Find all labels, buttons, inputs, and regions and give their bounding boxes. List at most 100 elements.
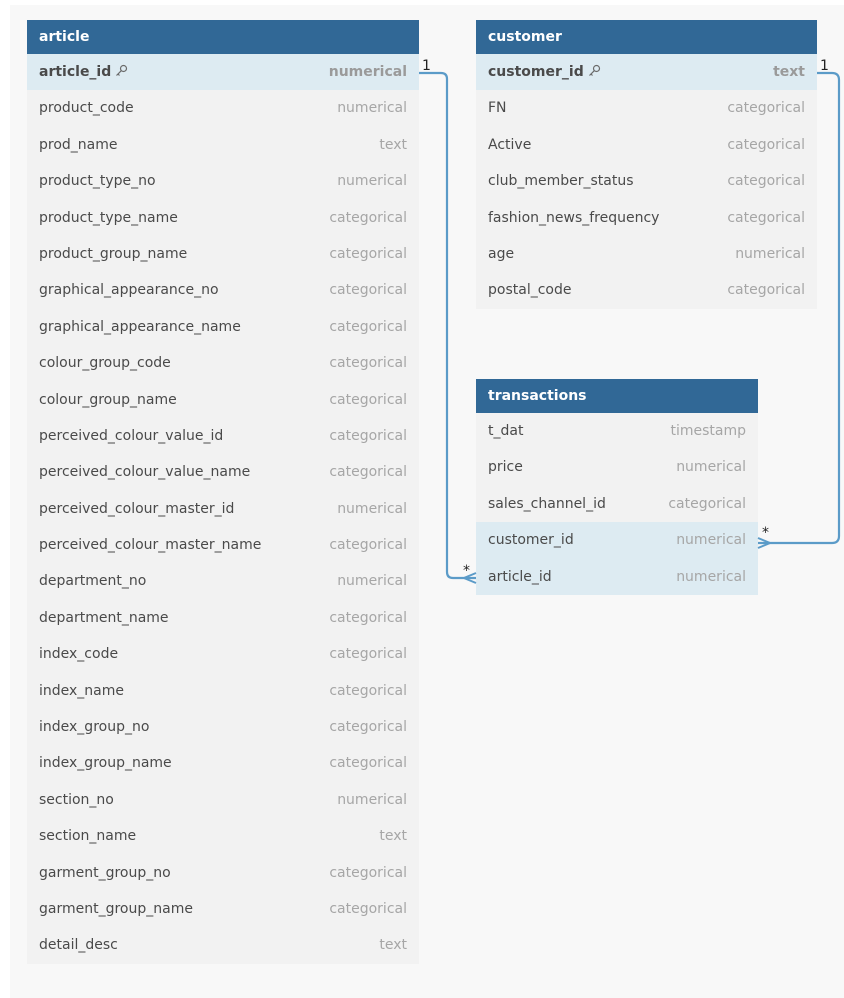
table-transactions[interactable]: transactions t_dat timestamp price numerica… [476,379,758,595]
column-type: categorical [329,609,407,626]
column-row[interactable]: customer_id numerical [476,522,758,559]
table-header-customer[interactable]: customer [476,20,817,54]
column-type: categorical [329,391,407,408]
column-type: categorical [727,173,805,190]
column-type: categorical [727,100,805,117]
column-name: graphical_appearance_name [39,309,241,345]
column-name-text: perceived_colour_master_name [39,537,262,554]
column-row[interactable]: index_group_name categorical [27,745,419,781]
column-row[interactable]: colour_group_name categorical [27,382,419,418]
column-type: text [379,136,407,153]
column-type: numerical [337,500,407,517]
column-row[interactable]: index_name categorical [27,673,419,709]
column-row[interactable]: garment_group_name categorical [27,891,419,927]
table-body-customer: customer_id text FN categorical Active catego… [476,54,817,309]
column-name-text: product_type_no [39,173,156,190]
column-name-text: perceived_colour_master_id [39,500,235,517]
column-name-text: Active [488,136,532,153]
table-article[interactable]: article article_id numerical product_code n… [27,20,419,964]
column-name: product_type_no [39,163,156,199]
column-name: prod_name [39,127,118,163]
column-name-text: customer_id [488,532,574,549]
column-name-text: product_type_name [39,209,178,226]
column-name: section_no [39,782,114,818]
column-row[interactable]: product_type_no numerical [27,163,419,199]
column-row[interactable]: perceived_colour_master_name categorical [27,527,419,563]
column-row[interactable]: sales_channel_id categorical [476,486,758,522]
column-name: garment_group_name [39,891,193,927]
column-name: index_group_name [39,745,172,781]
column-type: categorical [329,464,407,481]
column-name-text: article_id [39,64,112,80]
table-body-transactions: t_dat timestamp price numerical sales_channe… [476,413,758,595]
column-row[interactable]: index_group_no categorical [27,709,419,745]
column-name: customer_id [488,522,574,558]
column-row[interactable]: article_id numerical [27,54,419,91]
column-type: text [773,64,805,80]
column-type: categorical [329,209,407,226]
column-type: categorical [329,682,407,699]
column-name-text: article_id [488,568,552,585]
column-row[interactable]: FN categorical [476,90,817,126]
column-name-text: sales_channel_id [488,495,606,512]
column-name-text: colour_group_name [39,391,177,408]
table-body-article: article_id numerical product_code numerical… [27,54,419,964]
column-name-text: garment_group_no [39,864,171,881]
column-name: club_member_status [488,163,634,199]
column-name: customer_id [488,54,601,90]
column-type: categorical [329,537,407,554]
column-name: product_type_name [39,200,178,236]
column-row[interactable]: club_member_status categorical [476,163,817,199]
column-name-text: postal_code [488,282,572,299]
column-name-text: t_dat [488,423,524,439]
column-row[interactable]: customer_id text [476,54,817,91]
column-name: garment_group_no [39,855,171,891]
column-row[interactable]: department_name categorical [27,600,419,636]
column-row[interactable]: product_code numerical [27,90,419,126]
column-name-text: fashion_news_frequency [488,209,660,226]
column-name: perceived_colour_master_id [39,491,234,527]
column-row[interactable]: prod_name text [27,127,419,163]
column-row[interactable]: perceived_colour_master_id numerical [27,491,419,527]
column-row[interactable]: postal_code categorical [476,272,817,308]
column-name-text: prod_name [39,136,118,153]
table-header-transactions[interactable]: transactions [476,379,758,413]
column-row[interactable]: detail_desc text [27,927,419,963]
column-row[interactable]: section_name text [27,818,419,854]
table-customer[interactable]: customer customer_id text FN categorical Act… [476,20,817,309]
column-row[interactable]: department_no numerical [27,563,419,599]
column-row[interactable]: perceived_colour_value_id categorical [27,418,419,454]
column-row[interactable]: product_type_name categorical [27,200,419,236]
column-type: numerical [735,245,805,262]
column-type: categorical [329,355,407,372]
column-row[interactable]: product_group_name categorical [27,236,419,272]
column-row[interactable]: graphical_appearance_name categorical [27,309,419,345]
column-row[interactable]: age numerical [476,236,817,272]
column-row[interactable]: article_id numerical [476,558,758,595]
column-row[interactable]: Active categorical [476,127,817,163]
column-row[interactable]: index_code categorical [27,636,419,672]
column-name-text: department_name [39,609,169,626]
column-type: numerical [328,64,407,80]
column-row[interactable]: colour_group_code categorical [27,345,419,381]
column-row[interactable]: price numerical [476,449,758,485]
column-type: numerical [337,573,407,590]
key-icon [588,64,600,76]
column-type: text [379,828,407,845]
column-row[interactable]: t_dat timestamp [476,413,758,449]
column-type: categorical [329,755,407,772]
column-type: categorical [329,282,407,299]
table-header-article[interactable]: article [27,20,419,54]
column-type: text [379,937,407,954]
column-row[interactable]: fashion_news_frequency categorical [476,200,817,236]
column-row[interactable]: section_no numerical [27,782,419,818]
column-name: t_dat [488,413,523,449]
column-name-text: graphical_appearance_name [39,318,241,335]
column-row[interactable]: garment_group_no categorical [27,855,419,891]
column-row[interactable]: perceived_colour_value_name categorical [27,454,419,490]
column-row[interactable]: graphical_appearance_no categorical [27,272,419,308]
column-name: product_code [39,90,134,126]
column-name-text: index_code [39,646,119,663]
column-type: categorical [329,900,407,917]
column-name-text: product_group_name [39,245,188,262]
